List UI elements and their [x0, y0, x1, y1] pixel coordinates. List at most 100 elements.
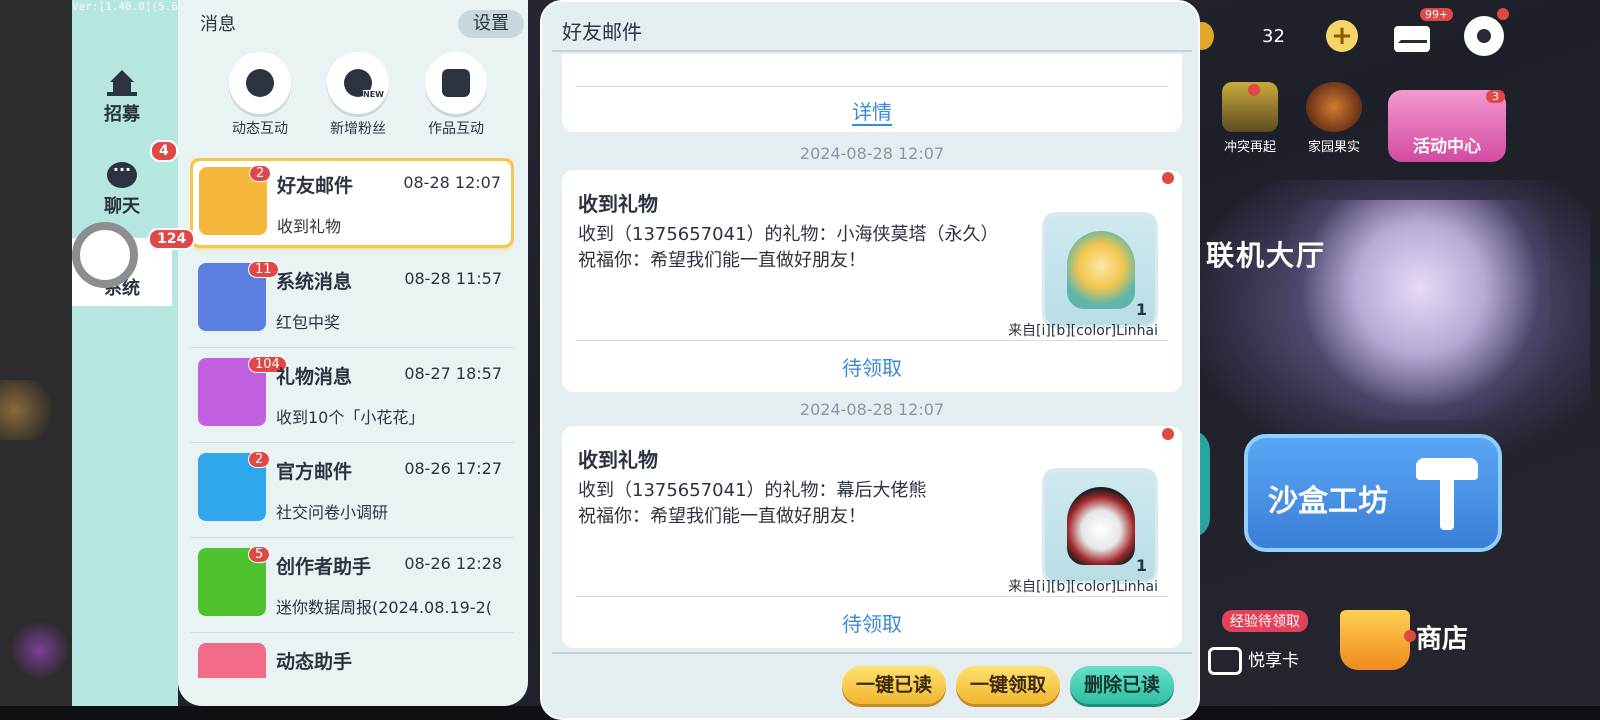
friend-mail-panel: 好友邮件 详情 2024-08-28 12:07 收到礼物 收到（1375657…: [540, 0, 1200, 720]
previous-mail-card: 详情: [562, 54, 1182, 132]
unread-badge: 5: [248, 546, 271, 563]
shop-button[interactable]: 商店: [1340, 610, 1468, 670]
character-illustration: [1290, 200, 1550, 420]
gear-icon[interactable]: [1464, 16, 1504, 56]
pass-card-button[interactable]: 悦享卡: [1208, 646, 1299, 675]
gift-item-thumbnail[interactable]: 1: [1042, 468, 1158, 584]
activity-center-badge: 3: [1486, 90, 1505, 103]
item-preview: 红包中奖: [276, 313, 341, 332]
list-item[interactable]: 5 创作者助手 08-26 12:28 迷你数据周报(2024.08.19-2(: [190, 538, 514, 633]
activity-label: 冲突再起: [1223, 140, 1276, 155]
notification-dot: [1248, 84, 1260, 96]
list-item[interactable]: 动态助手: [190, 633, 514, 678]
category-label: 招募: [104, 104, 140, 125]
item-name: 官方邮件: [276, 461, 353, 483]
gift-line: 祝福你：希望我们能一直做好朋友！: [578, 250, 866, 271]
shop-label: 商店: [1416, 624, 1469, 655]
gift-quantity: 1: [1135, 300, 1147, 319]
sandbox-label: 沙盒工坊: [1268, 484, 1388, 519]
dynamic-assistant-icon: [198, 643, 266, 678]
gift-title: 收到礼物: [578, 448, 658, 472]
item-time: 08-26 12:28: [404, 554, 502, 573]
mail-icon[interactable]: [1392, 16, 1432, 54]
new-fans-button[interactable]: NEW 新增粉丝: [314, 52, 402, 138]
mark-all-read-button[interactable]: 一键已读: [842, 666, 946, 704]
list-item[interactable]: 2 好友邮件 08-28 12:07 收到礼物: [190, 158, 514, 248]
dynamic-interaction-button[interactable]: 动态互动: [216, 52, 304, 138]
message-list[interactable]: 2 好友邮件 08-28 12:07 收到礼物 11 系统消息 08-28 11…: [190, 158, 514, 678]
new-tag: NEW: [363, 90, 384, 99]
left-scene-strip: [0, 0, 72, 706]
divider: [552, 652, 1192, 654]
panel-title: 消息: [200, 14, 236, 35]
sandbox-workshop-button[interactable]: 沙盒工坊: [1244, 434, 1502, 552]
activity-home-fruit[interactable]: 家园果实: [1306, 82, 1362, 155]
item-name: 系统消息: [276, 271, 353, 293]
home-icon: [107, 70, 137, 96]
mail-date: 2024-08-28 12:07: [799, 400, 945, 419]
hammer-icon: [1416, 458, 1478, 530]
item-time: 08-28 11:57: [404, 269, 502, 288]
unread-badge: 2: [248, 451, 271, 468]
category-recruit[interactable]: 招募: [72, 70, 172, 140]
gift-body: 收到（1375657041）的礼物：小海侠莫塔（永久） 祝福你：希望我们能一直做…: [578, 222, 1038, 274]
message-panel: 消息 设置 动态互动 NEW 新增粉丝 作品互动 2 好友邮件 08-28 12…: [178, 0, 528, 706]
unread-badge: 11: [248, 261, 279, 278]
add-coin-button[interactable]: +: [1326, 20, 1358, 52]
divider: [576, 86, 1168, 87]
floating-assistive-icon[interactable]: [72, 222, 138, 288]
gift-quantity: 1: [1135, 556, 1147, 575]
item-time: 08-26 17:27: [404, 459, 502, 478]
item-time: 08-28 12:07: [403, 173, 501, 192]
details-link[interactable]: 详情: [852, 100, 892, 126]
coin-count: 32: [1262, 26, 1285, 47]
star-icon: [246, 69, 274, 97]
settings-button[interactable]: 设置: [458, 10, 524, 38]
gift-title: 收到礼物: [578, 192, 658, 216]
pass-card-label: 悦享卡: [1248, 651, 1299, 671]
category-chat[interactable]: 聊天: [72, 160, 172, 232]
system-badge: 124: [148, 228, 196, 250]
cart-icon: [1340, 610, 1410, 670]
list-item[interactable]: 11 系统消息 08-28 11:57 红包中奖: [190, 253, 514, 348]
gift-mail-card: 收到礼物 收到（1375657041）的礼物：小海侠莫塔（永久） 祝福你：希望我…: [562, 170, 1182, 392]
claim-all-button[interactable]: 一键领取: [956, 666, 1060, 704]
gift-body: 收到（1375657041）的礼物：幕后大佬熊 祝福你：希望我们能一直做好朋友！: [578, 478, 1038, 530]
list-item[interactable]: 104 礼物消息 08-27 18:57 收到10个「小花花」: [190, 348, 514, 443]
chat-badge: 4: [150, 140, 178, 162]
activity-label: 家园果实: [1307, 140, 1360, 155]
works-interaction-button[interactable]: 作品互动: [412, 52, 500, 138]
gift-line: 收到（1375657041）的礼物：幕后大佬熊: [578, 480, 927, 501]
divider: [576, 596, 1168, 597]
unread-badge: 2: [249, 165, 272, 182]
item-name: 礼物消息: [276, 366, 353, 388]
divider: [576, 340, 1168, 341]
item-name: 动态助手: [276, 651, 353, 673]
quick-label: 新增粉丝: [330, 121, 386, 137]
gift-item-thumbnail[interactable]: 1: [1042, 212, 1158, 328]
item-name: 好友邮件: [277, 175, 354, 197]
category-sidebar: 招募 聊天 系统: [72, 0, 178, 706]
item-preview: 收到10个「小花花」: [276, 408, 425, 427]
item-preview: 社交问卷小调研: [276, 503, 389, 522]
list-item[interactable]: 2 官方邮件 08-26 17:27 社交问卷小调研: [190, 443, 514, 538]
pass-card-icon: [1208, 647, 1242, 675]
mail-date: 2024-08-28 12:07: [799, 144, 945, 163]
unread-dot: [1162, 428, 1174, 440]
multiplayer-hall-banner[interactable]: 联机大厅: [1206, 234, 1326, 274]
shop-notification-dot: [1404, 630, 1416, 642]
fruit-icon: [1306, 82, 1362, 132]
item-time: 08-27 18:57: [404, 364, 502, 383]
item-name: 创作者助手: [276, 556, 372, 578]
category-label: 聊天: [104, 196, 140, 217]
exp-pending-tag: 经验待领取: [1222, 610, 1308, 632]
delete-read-button[interactable]: 删除已读: [1070, 666, 1174, 704]
gift-line: 祝福你：希望我们能一直做好朋友！: [578, 506, 866, 527]
gift-sender: 来自[i][b][color]Linhai: [1008, 323, 1158, 339]
claim-button[interactable]: 待领取: [562, 352, 1182, 381]
claim-button[interactable]: 待领取: [562, 608, 1182, 637]
item-preview: 迷你数据周报(2024.08.19-2(: [276, 598, 493, 617]
gift-bear-image: [1067, 487, 1135, 565]
gift-sender: 来自[i][b][color]Linhai: [1008, 579, 1158, 595]
gift-character-image: [1067, 231, 1135, 309]
